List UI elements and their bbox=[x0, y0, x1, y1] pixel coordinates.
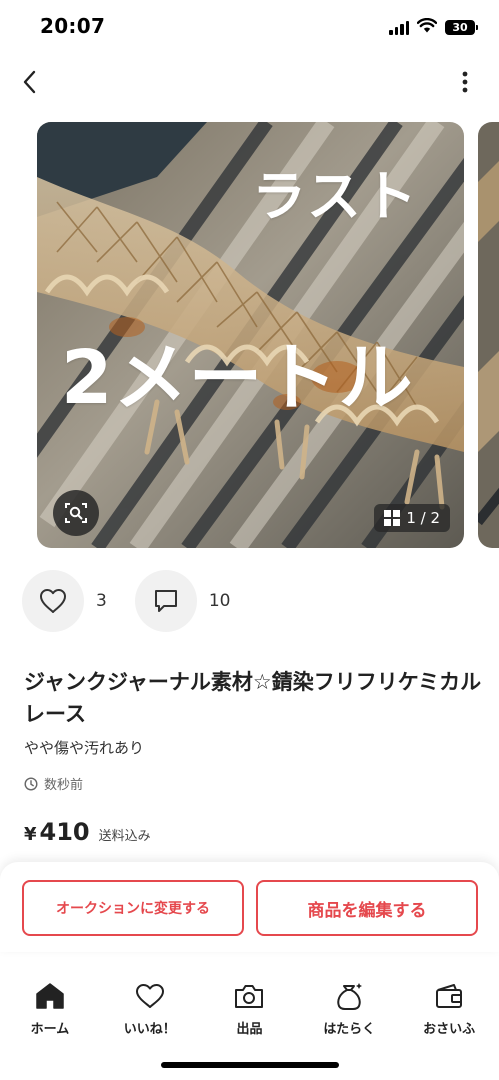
tab-label-likes: いいね！ bbox=[123, 1022, 176, 1037]
next-photo-image bbox=[478, 122, 499, 548]
grid-icon bbox=[384, 510, 401, 526]
change-to-auction-button[interactable]: オークションに変更する bbox=[22, 880, 244, 936]
tab-home[interactable]: ホーム bbox=[0, 970, 100, 1040]
tab-sell[interactable]: 出品 bbox=[200, 970, 300, 1040]
tab-label-home: ホーム bbox=[30, 1022, 70, 1037]
camera-icon bbox=[233, 980, 265, 1012]
home-indicator[interactable] bbox=[161, 1062, 339, 1068]
action-panel: オークションに変更する 商品を編集する bbox=[0, 862, 499, 952]
tab-wallet[interactable]: おさいふ bbox=[399, 970, 499, 1040]
tab-work[interactable]: はたらく bbox=[299, 970, 399, 1040]
next-photo-preview[interactable] bbox=[478, 122, 499, 548]
edit-item-button[interactable]: 商品を編集する bbox=[256, 880, 478, 936]
status-icons: 30 bbox=[389, 17, 478, 37]
battery-level: 30 bbox=[452, 21, 468, 34]
bottom-tab-bar: ホーム いいね！ 出品 はたらく おさいふ bbox=[0, 970, 499, 1040]
like-button[interactable] bbox=[22, 570, 84, 632]
top-nav bbox=[0, 60, 499, 104]
more-vertical-icon bbox=[462, 71, 468, 93]
chevron-left-icon bbox=[23, 70, 36, 94]
clock-icon bbox=[24, 776, 38, 791]
tab-likes[interactable]: いいね！ bbox=[100, 970, 200, 1040]
more-options-button[interactable] bbox=[449, 66, 481, 98]
wallet-icon bbox=[433, 980, 465, 1012]
item-photo[interactable]: ラスト 2メートル 1 / 2 bbox=[37, 122, 464, 548]
wifi-icon bbox=[416, 17, 438, 37]
back-button[interactable] bbox=[14, 66, 46, 98]
engagement-bar: 3 10 bbox=[22, 569, 258, 633]
money-bag-icon bbox=[333, 980, 365, 1012]
heart-icon bbox=[40, 589, 66, 613]
item-price: ¥ 410 送料込み bbox=[24, 818, 151, 846]
photo-caption-top: ラスト bbox=[252, 165, 419, 228]
comment-icon bbox=[154, 590, 177, 612]
posted-time-text: 数秒前 bbox=[44, 778, 84, 793]
photo-caption-main: 2メートル bbox=[61, 335, 414, 421]
heart-icon bbox=[134, 980, 166, 1012]
item-detail-screen: 20:07 30 ラスト 2メートル 1 / 2 3 10 ジャンクジャーナル素… bbox=[0, 0, 499, 1080]
image-search-button[interactable] bbox=[53, 490, 99, 536]
image-search-icon bbox=[65, 503, 87, 523]
tab-label-sell: 出品 bbox=[236, 1022, 263, 1037]
tab-label-work: はたらく bbox=[323, 1022, 376, 1037]
item-condition: やや傷や汚れあり bbox=[24, 739, 145, 757]
signal-icon bbox=[389, 20, 409, 35]
status-time: 20:07 bbox=[40, 14, 106, 38]
posted-time: 数秒前 bbox=[24, 774, 83, 793]
status-bar: 20:07 30 bbox=[0, 0, 499, 52]
home-icon bbox=[34, 980, 66, 1012]
price-value: 410 bbox=[39, 818, 90, 846]
comment-count: 10 bbox=[208, 591, 231, 611]
tab-label-wallet: おさいふ bbox=[423, 1022, 476, 1037]
photo-counter-text: 1 / 2 bbox=[406, 509, 440, 527]
price-currency: ¥ bbox=[24, 824, 37, 845]
shipping-note: 送料込み bbox=[98, 829, 151, 844]
like-count: 3 bbox=[96, 591, 107, 611]
photo-carousel[interactable]: ラスト 2メートル 1 / 2 bbox=[0, 122, 499, 550]
photo-page-counter: 1 / 2 bbox=[374, 504, 450, 532]
battery-icon: 30 bbox=[445, 20, 478, 35]
item-title: ジャンクジャーナル素材☆錆染フリフリケミカルレース bbox=[24, 670, 482, 726]
comment-button[interactable] bbox=[134, 570, 197, 632]
